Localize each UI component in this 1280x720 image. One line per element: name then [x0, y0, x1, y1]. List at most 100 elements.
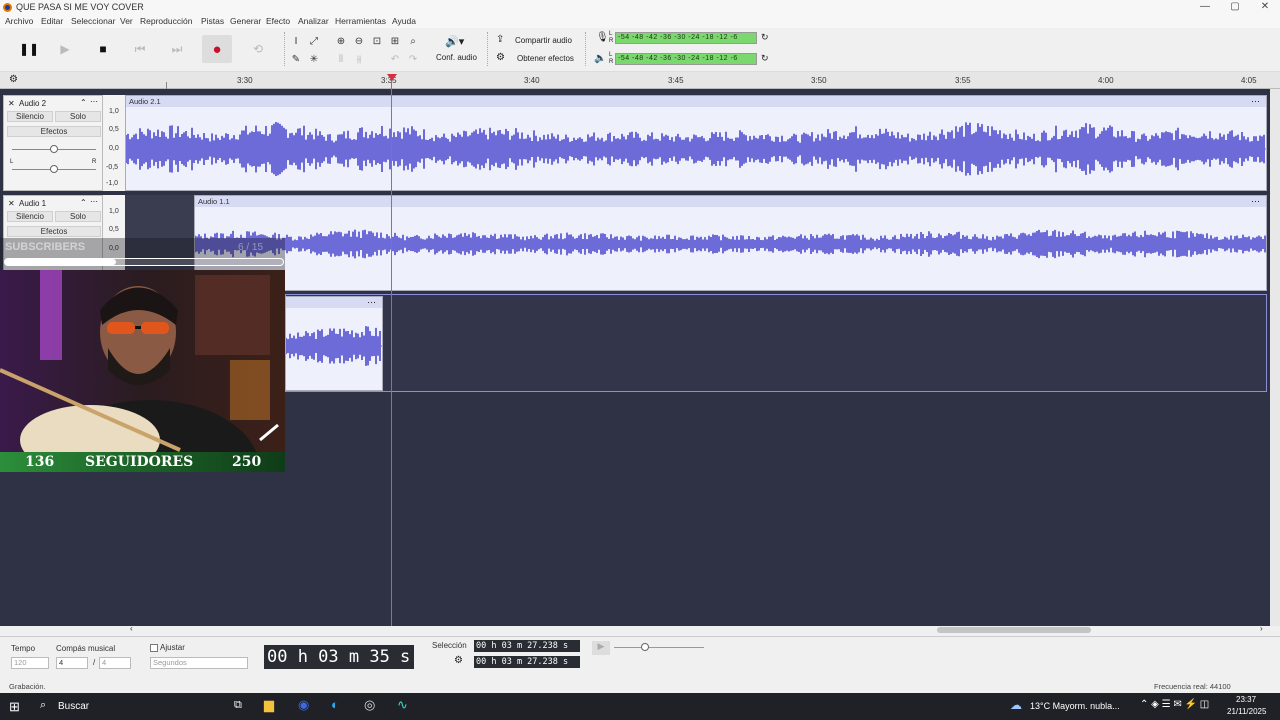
audio-setup-label[interactable]: Conf. audio: [436, 53, 477, 62]
share-audio-button[interactable]: Compartir audio: [515, 36, 572, 45]
zoom-in-icon[interactable]: ⊕: [334, 34, 348, 48]
trim-icon[interactable]: ⫴: [334, 52, 348, 66]
zoom-toggle-icon[interactable]: ⌕: [406, 34, 420, 48]
audio-clip-1-1[interactable]: Audio 1.1 ⋯: [194, 195, 1267, 291]
taskbar-search[interactable]: Buscar: [58, 701, 89, 712]
menu-herramientas[interactable]: Herramientas: [335, 16, 386, 26]
recording-track[interactable]: [285, 294, 1267, 392]
edge-icon[interactable]: ◐: [331, 697, 339, 712]
time-display[interactable]: 00 h 03 m 35 s: [264, 645, 414, 669]
track-name[interactable]: Audio 2: [19, 99, 46, 108]
collapse-icon[interactable]: ⌃: [80, 198, 87, 207]
skip-end-button[interactable]: ⏭: [162, 35, 192, 63]
track-menu-icon[interactable]: ⋯: [90, 197, 98, 206]
skip-start-button[interactable]: ⏮: [125, 35, 155, 63]
selection-start[interactable]: 00 h 03 m 27.238 s: [474, 640, 580, 652]
zoom-out-icon[interactable]: ⊖: [352, 34, 366, 48]
audacity-taskbar-icon[interactable]: ◉: [298, 697, 309, 713]
playback-meter-arrow-icon[interactable]: ↻: [761, 53, 769, 64]
microphone-icon[interactable]: 🎙: [596, 32, 609, 43]
track-control-panel-audio-2[interactable]: ✕ Audio 2 ⌃ ⋯ Silencio Solo Efectos L R: [3, 95, 103, 191]
task-view-icon[interactable]: ⧉: [234, 699, 242, 712]
solo-button[interactable]: Solo: [55, 211, 101, 222]
search-icon[interactable]: ⌕: [40, 699, 46, 712]
clock-date[interactable]: 21/11/2025: [1227, 707, 1266, 716]
pause-button[interactable]: ❚❚: [14, 35, 44, 63]
selection-tool-icon[interactable]: I: [289, 34, 303, 48]
menu-archivo[interactable]: Archivo: [5, 16, 33, 26]
weather-icon[interactable]: ☁: [1010, 698, 1022, 712]
record-button[interactable]: ●: [202, 35, 232, 63]
menu-seleccionar[interactable]: Seleccionar: [71, 16, 115, 26]
playback-meter[interactable]: -54 -48 -42 -36 -30 -24 -18 -12 -6: [615, 53, 757, 65]
menu-efecto[interactable]: Efecto: [266, 16, 290, 26]
effects-icon[interactable]: ⚙: [496, 52, 505, 63]
tempo-input[interactable]: 120: [11, 657, 49, 669]
menu-ver[interactable]: Ver: [120, 16, 133, 26]
menu-pistas[interactable]: Pistas: [201, 16, 224, 26]
clip-menu-icon[interactable]: ⋯: [1251, 96, 1260, 107]
selection-settings-icon[interactable]: ⚙: [454, 655, 463, 666]
track-menu-icon[interactable]: ⋯: [90, 97, 98, 106]
vertical-scrollbar[interactable]: [1270, 89, 1280, 626]
time-signature-denominator[interactable]: 4: [99, 657, 131, 669]
file-explorer-icon[interactable]: ▆: [264, 697, 274, 713]
snap-checkbox[interactable]: [150, 644, 158, 652]
effects-button[interactable]: Efectos: [7, 226, 101, 237]
stop-button[interactable]: ■: [88, 35, 118, 63]
menu-editar[interactable]: Editar: [41, 16, 63, 26]
start-icon[interactable]: ⊞: [9, 699, 20, 715]
effects-button[interactable]: Efectos: [7, 126, 101, 137]
track-name[interactable]: Audio 1: [19, 199, 46, 208]
draw-tool-icon[interactable]: ✎: [289, 52, 303, 66]
speaker-icon[interactable]: 🔊▾: [445, 35, 464, 48]
collapse-icon[interactable]: ⌃: [80, 98, 87, 107]
timeline-settings-icon[interactable]: ⚙: [9, 74, 18, 85]
menu-reproduccion[interactable]: Reproducción: [140, 16, 192, 26]
selection-end[interactable]: 00 h 03 m 27.238 s: [474, 656, 580, 668]
get-effects-button[interactable]: Obtener efectos: [517, 54, 574, 63]
mute-button[interactable]: Silencio: [7, 111, 53, 122]
scroll-thumb[interactable]: [937, 627, 1091, 633]
close-button[interactable]: ✕: [1250, 0, 1280, 15]
audio-clip-2-1[interactable]: Audio 2.1 ⋯: [125, 95, 1267, 191]
maximize-button[interactable]: ▢: [1220, 0, 1250, 15]
recording-clip[interactable]: ⋯: [285, 296, 383, 391]
tray-icons[interactable]: ⌃ ◈ ☰ ✉ ⚡ ◫: [1140, 699, 1209, 710]
record-meter-arrow-icon[interactable]: ↻: [761, 32, 769, 43]
minimize-button[interactable]: —: [1190, 0, 1220, 15]
scroll-left-icon[interactable]: ‹: [130, 624, 133, 633]
playback-speed-thumb[interactable]: [641, 643, 649, 651]
snap-unit-select[interactable]: Segundos: [150, 657, 248, 669]
clock-time[interactable]: 23:37: [1236, 695, 1256, 704]
close-track-icon[interactable]: ✕: [8, 99, 15, 108]
menu-ayuda[interactable]: Ayuda: [392, 16, 416, 26]
silence-icon[interactable]: ⫵: [352, 52, 366, 66]
pan-slider-thumb[interactable]: [50, 165, 58, 173]
redo-icon[interactable]: ↷: [406, 52, 420, 66]
scroll-right-icon[interactable]: ›: [1260, 624, 1263, 633]
play-button[interactable]: ▶: [50, 35, 80, 63]
play-at-speed-icon[interactable]: ▶: [592, 641, 610, 655]
undo-icon[interactable]: ↶: [388, 52, 402, 66]
streaming-app-icon[interactable]: ∿: [397, 697, 408, 713]
weather-text[interactable]: 13°C Mayorm. nubla...: [1030, 701, 1120, 711]
menu-generar[interactable]: Generar: [230, 16, 261, 26]
clip-name[interactable]: Audio 1.1: [195, 196, 1266, 207]
solo-button[interactable]: Solo: [55, 111, 101, 122]
clip-menu-icon[interactable]: ⋯: [367, 297, 376, 308]
record-meter[interactable]: -54 -48 -42 -36 -30 -24 -18 -12 -6: [615, 32, 757, 44]
envelope-tool-icon[interactable]: ⤢: [307, 34, 321, 48]
fit-project-icon[interactable]: ⊞: [388, 34, 402, 48]
time-signature-numerator[interactable]: 4: [56, 657, 88, 669]
playhead-line[interactable]: [391, 76, 392, 626]
share-icon[interactable]: ⇪: [496, 34, 504, 45]
close-track-icon[interactable]: ✕: [8, 199, 15, 208]
mute-button[interactable]: Silencio: [7, 211, 53, 222]
playback-speed-slider[interactable]: [614, 647, 704, 648]
playback-speaker-icon[interactable]: 🔈: [594, 53, 606, 64]
multi-tool-icon[interactable]: ✳: [307, 52, 321, 66]
fit-selection-icon[interactable]: ⊡: [370, 34, 384, 48]
obs-icon[interactable]: ◎: [364, 697, 375, 713]
clip-menu-icon[interactable]: ⋯: [1251, 196, 1260, 207]
